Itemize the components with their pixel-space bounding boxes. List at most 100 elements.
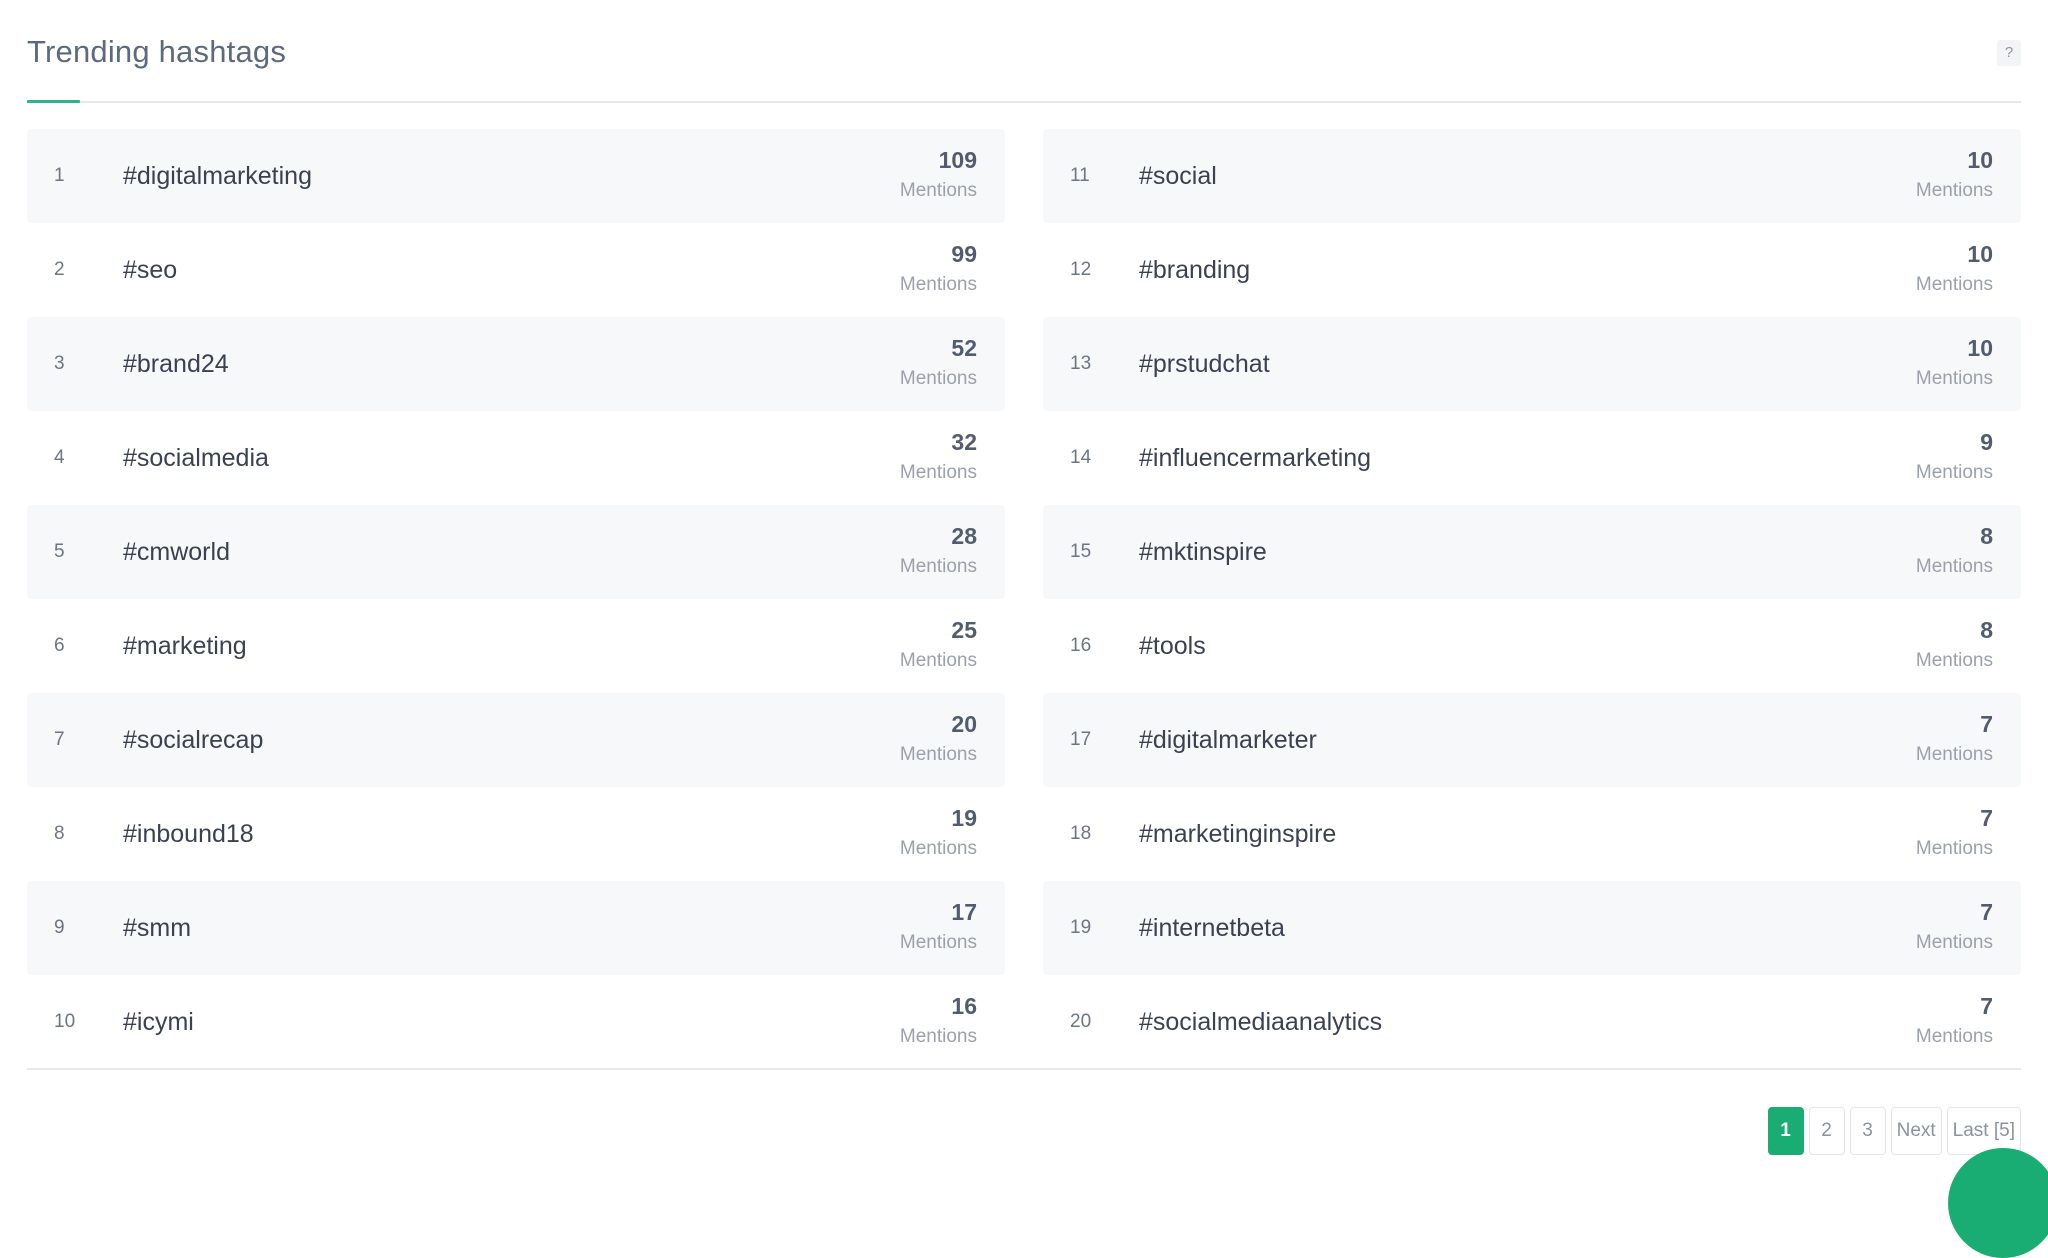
hashtag-link[interactable]: #marketing <box>123 599 247 693</box>
hashtag-row: 7 #socialrecap 20 Mentions <box>27 693 1005 787</box>
mention-count: 20 <box>951 711 977 737</box>
hashtag-link[interactable]: #socialrecap <box>123 693 263 787</box>
hashtag-row: 20 #socialmediaanalytics 7 Mentions <box>1043 975 2021 1069</box>
hashtag-rank: 14 <box>1070 447 1092 468</box>
floating-action-button[interactable] <box>1948 1148 2048 1258</box>
page-button-3[interactable]: 3 <box>1849 1107 1886 1155</box>
mention-count: 28 <box>951 523 977 549</box>
hashtag-row: 16 #tools 8 Mentions <box>1043 599 2021 693</box>
mention-count: 8 <box>1980 523 1993 549</box>
mention-count: 7 <box>1980 805 1993 831</box>
hashtag-row: 11 #social 10 Mentions <box>1043 129 2021 223</box>
mentions-label: Mentions <box>899 368 977 389</box>
mentions-label: Mentions <box>1915 838 1993 859</box>
hashtag-link[interactable]: #social <box>1139 129 1217 223</box>
hashtag-rank: 1 <box>54 165 65 186</box>
header-divider <box>27 101 2021 103</box>
hashtag-link[interactable]: #brand24 <box>123 317 229 411</box>
hashtag-columns: 1 #digitalmarketing 109 Mentions 2 #seo … <box>27 129 2021 1069</box>
hashtag-rank: 7 <box>54 729 65 750</box>
mention-count: 7 <box>1980 899 1993 925</box>
hashtag-row: 6 #marketing 25 Mentions <box>27 599 1005 693</box>
mention-count: 10 <box>1967 335 1993 361</box>
hashtag-link[interactable]: #digitalmarketing <box>123 129 312 223</box>
hashtag-rank: 12 <box>1070 259 1092 280</box>
mention-count: 10 <box>1967 147 1993 173</box>
hashtag-row: 14 #influencermarketing 9 Mentions <box>1043 411 2021 505</box>
mentions-label: Mentions <box>899 1026 977 1047</box>
mention-count: 7 <box>1980 993 1993 1019</box>
hashtag-row: 4 #socialmedia 32 Mentions <box>27 411 1005 505</box>
next-page-button[interactable]: Next <box>1890 1107 1942 1155</box>
hashtag-link[interactable]: #internetbeta <box>1139 881 1285 975</box>
hashtag-row: 2 #seo 99 Mentions <box>27 223 1005 317</box>
hashtag-rank: 4 <box>54 447 65 468</box>
mentions-label: Mentions <box>1915 368 1993 389</box>
mentions-label: Mentions <box>899 462 977 483</box>
hashtag-link[interactable]: #socialmediaanalytics <box>1139 975 1382 1069</box>
hashtag-rank: 16 <box>1070 635 1092 656</box>
mention-count: 17 <box>951 899 977 925</box>
mention-count: 99 <box>951 241 977 267</box>
hashtag-link[interactable]: #mktinspire <box>1139 505 1267 599</box>
mention-count: 109 <box>938 147 977 173</box>
hashtag-rank: 11 <box>1070 165 1090 186</box>
mention-count: 32 <box>951 429 977 455</box>
mentions-label: Mentions <box>899 650 977 671</box>
hashtag-link[interactable]: #inbound18 <box>123 787 254 881</box>
mention-count: 16 <box>951 993 977 1019</box>
hashtag-link[interactable]: #socialmedia <box>123 411 269 505</box>
mentions-label: Mentions <box>899 274 977 295</box>
hashtag-rank: 13 <box>1070 353 1092 374</box>
hashtag-rank: 5 <box>54 541 65 562</box>
page-button-1[interactable]: 1 <box>1767 1107 1804 1155</box>
hashtag-row: 17 #digitalmarketer 7 Mentions <box>1043 693 2021 787</box>
help-button[interactable]: ? <box>1997 40 2021 66</box>
hashtag-link[interactable]: #digitalmarketer <box>1139 693 1317 787</box>
hashtag-link[interactable]: #smm <box>123 881 191 975</box>
mentions-label: Mentions <box>1915 274 1993 295</box>
hashtag-rank: 20 <box>1070 1011 1092 1032</box>
hashtag-row: 12 #branding 10 Mentions <box>1043 223 2021 317</box>
mention-count: 25 <box>951 617 977 643</box>
hashtag-link[interactable]: #tools <box>1139 599 1206 693</box>
pagination: 1 2 3 Next Last [5] <box>1767 1107 2021 1155</box>
hashtag-link[interactable]: #icymi <box>123 975 194 1069</box>
hashtag-link[interactable]: #prstudchat <box>1139 317 1270 411</box>
mentions-label: Mentions <box>899 838 977 859</box>
mention-count: 19 <box>951 805 977 831</box>
hashtag-link[interactable]: #cmworld <box>123 505 230 599</box>
hashtag-link[interactable]: #influencermarketing <box>1139 411 1371 505</box>
hashtag-row: 10 #icymi 16 Mentions <box>27 975 1005 1069</box>
mention-count: 9 <box>1980 429 1993 455</box>
hashtag-rank: 9 <box>54 917 65 938</box>
mention-count: 8 <box>1980 617 1993 643</box>
page-button-2[interactable]: 2 <box>1808 1107 1845 1155</box>
hashtag-rank: 15 <box>1070 541 1092 562</box>
mentions-label: Mentions <box>899 932 977 953</box>
hashtag-link[interactable]: #branding <box>1139 223 1250 317</box>
hashtag-row: 9 #smm 17 Mentions <box>27 881 1005 975</box>
hashtag-row: 3 #brand24 52 Mentions <box>27 317 1005 411</box>
mentions-label: Mentions <box>899 180 977 201</box>
hashtag-rank: 3 <box>54 353 65 374</box>
mentions-label: Mentions <box>1915 1026 1993 1047</box>
hashtag-rank: 19 <box>1070 917 1092 938</box>
hashtag-rank: 8 <box>54 823 65 844</box>
active-tab-underline <box>27 100 80 103</box>
hashtag-rank: 17 <box>1070 729 1092 750</box>
mentions-label: Mentions <box>1915 462 1993 483</box>
hashtag-link[interactable]: #marketinginspire <box>1139 787 1336 881</box>
mentions-label: Mentions <box>1915 556 1993 577</box>
mentions-label: Mentions <box>1915 744 1993 765</box>
mentions-label: Mentions <box>1915 650 1993 671</box>
hashtag-column-left: 1 #digitalmarketing 109 Mentions 2 #seo … <box>27 129 1005 1069</box>
mention-count: 10 <box>1967 241 1993 267</box>
hashtag-row: 19 #internetbeta 7 Mentions <box>1043 881 2021 975</box>
widget-title: Trending hashtags <box>27 34 287 69</box>
list-bottom-divider <box>27 1068 2021 1070</box>
hashtag-rank: 10 <box>54 1011 76 1032</box>
hashtag-row: 13 #prstudchat 10 Mentions <box>1043 317 2021 411</box>
hashtag-link[interactable]: #seo <box>123 223 177 317</box>
mentions-label: Mentions <box>1915 932 1993 953</box>
